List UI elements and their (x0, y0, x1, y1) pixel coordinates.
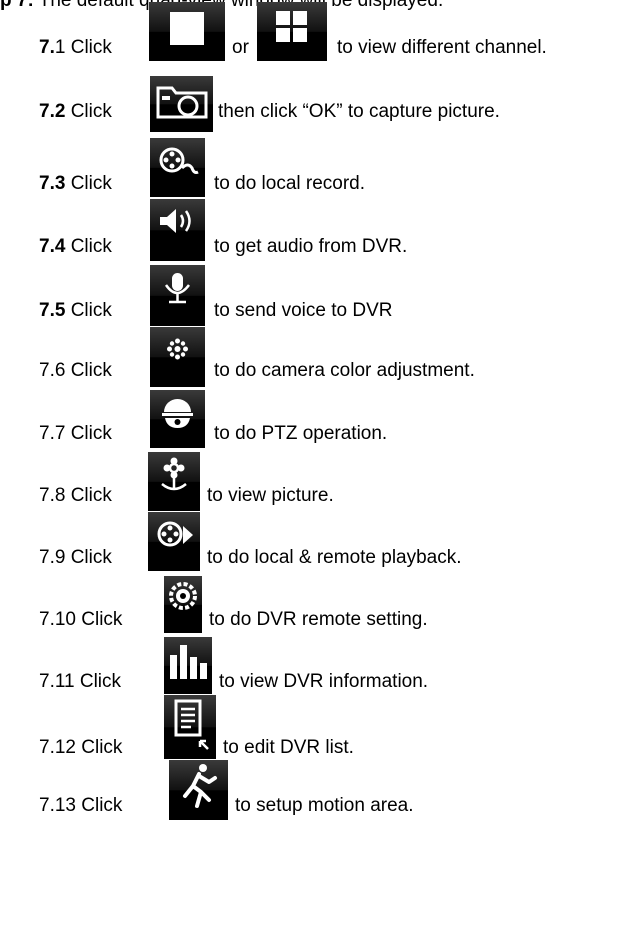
step-7-9-text: to do local & remote playback. (207, 547, 462, 568)
step-7-8-text: to view picture. (207, 485, 334, 506)
step-7-4-label: 7.4 Click (39, 236, 112, 257)
step-7-2-label: 7.2 Click (39, 101, 112, 122)
step-7-8-label: 7.8 Click (39, 485, 112, 506)
playback-icon[interactable] (148, 512, 200, 571)
color-icon[interactable] (150, 327, 205, 387)
step-7-5-label: 7.5 Click (39, 300, 112, 321)
step-7-6-text: to do camera color adjustment. (214, 360, 475, 381)
step-7-5-text: to send voice to DVR (214, 300, 393, 321)
step-7-11-label: 7.11 Click (39, 671, 122, 692)
step-7-1-label: 7.1 Click (39, 37, 112, 58)
step-7-10-label: 7.10 Click (39, 609, 123, 630)
step-7-10-text: to do DVR remote setting. (209, 609, 428, 630)
audio-icon[interactable] (150, 199, 205, 261)
quad-view-icon[interactable] (257, 2, 327, 61)
step-label: p 7: (0, 0, 34, 11)
step-7-6-label: 7.6 Click (39, 360, 112, 381)
step-7-11-text: to view DVR information. (219, 671, 429, 692)
list-icon[interactable] (164, 695, 216, 759)
step-7-3-label: 7.3 Click (39, 173, 112, 194)
capture-icon[interactable] (150, 76, 213, 132)
record-icon[interactable] (150, 138, 205, 197)
ptz-icon[interactable] (150, 390, 205, 448)
step-7-1-text: to view different channel. (337, 37, 547, 58)
step-7-2-text: then click “OK” to capture picture. (218, 101, 500, 122)
settings-icon[interactable] (164, 576, 202, 633)
step-7-3-text: to do local record. (214, 173, 366, 194)
step-7-12-label: 7.12 Click (39, 737, 123, 758)
picture-icon[interactable] (148, 452, 200, 511)
intro-text: The default quad-view window will be dis… (33, 0, 444, 11)
step-7-13-label: 7.13 Click (39, 795, 123, 816)
step-7-1-or: or (232, 37, 249, 58)
motion-icon[interactable] (169, 760, 228, 820)
microphone-icon[interactable] (150, 265, 205, 326)
single-view-icon[interactable] (149, 2, 225, 61)
step-7-12-text: to edit DVR list. (223, 737, 354, 758)
info-icon[interactable] (164, 637, 212, 694)
step-7-9-label: 7.9 Click (39, 547, 112, 568)
step-7-4-text: to get audio from DVR. (214, 236, 408, 257)
step-7-7-label: 7.7 Click (39, 423, 112, 444)
step-7-13-text: to setup motion area. (235, 795, 414, 816)
step-7-7-text: to do PTZ operation. (214, 423, 388, 444)
